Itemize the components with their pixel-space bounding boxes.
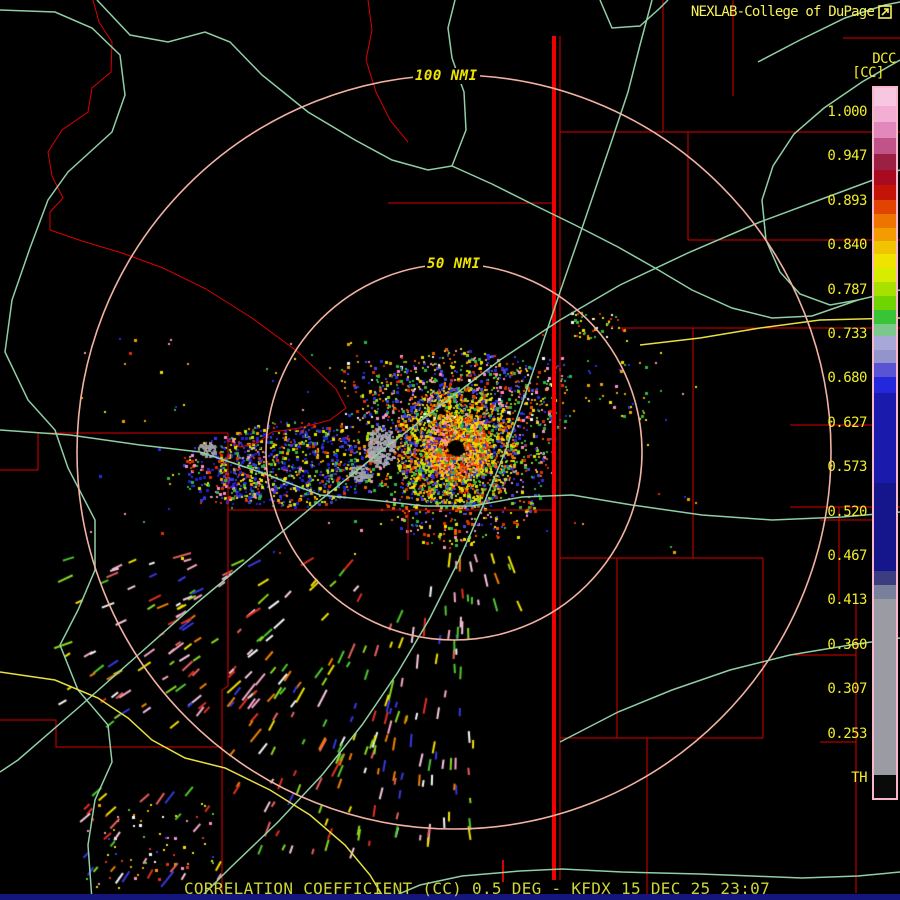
color-scale-segment [874,154,896,170]
scale-label: 0.467 [827,548,867,564]
scale-label: 0.253 [827,725,867,742]
color-scale-segment [874,282,896,296]
scale-label: 0.307 [827,681,867,698]
scale-label: 0.573 [827,459,867,476]
scale-label: 0.947 [827,148,867,165]
page-title: NEXLAB-College of DuPage [690,4,875,20]
color-scale-segment [874,200,896,214]
scale-label: 0.893 [827,192,867,209]
color-scale-segment [874,170,896,185]
color-scale-segment [874,483,896,571]
scale-label: 0.360 [827,636,867,653]
color-scale-segment [874,106,896,122]
color-scale-segment [874,296,896,310]
color-scale-segment [874,393,896,483]
scale-label: TH [851,770,867,786]
color-scale-segment [874,324,896,336]
range-ring-label-100nmi: 100 NMI [413,68,480,84]
color-scale-segment [874,122,896,138]
color-scale-segment [874,585,896,599]
color-scale-segment [874,254,896,268]
road-line [0,429,900,521]
color-scale-segment [874,775,896,798]
county-boundary-line [47,0,347,448]
color-scale-segment [874,336,896,350]
outer-range-ring [76,74,832,830]
status-bar-text: CORRELATION COEFFICIENT (CC) 0.5 DEG - K… [184,879,771,898]
color-scale-segment [874,268,896,282]
road-line [96,0,467,171]
road-line [599,0,669,29]
county-boundary-line [0,433,39,471]
color-scale-segment [874,88,896,106]
color-scale-segment [874,377,896,393]
scale-label: 0.627 [827,414,867,431]
inner-range-ring [265,263,643,641]
color-scale-segment [874,138,896,154]
color-scale-segment [874,241,896,254]
map-lines-layer [0,0,900,900]
range-ring-label-50nmi: 50 NMI [425,256,483,272]
scale-label: 0.413 [827,592,867,609]
color-scale-segment [874,363,896,377]
scale-label: 0.520 [827,503,867,520]
cc-color-scale [872,86,898,800]
product-unit-label: [CC] [852,65,884,81]
county-boundary-line [0,719,222,748]
color-scale-segment [874,185,896,200]
county-boundary-line [365,0,409,143]
color-scale-segment [874,228,896,241]
color-scale-segment [874,214,896,228]
scale-label: 0.840 [827,237,867,254]
radar-display: 100 NMI 50 NMI NEXLAB-College of DuPage … [0,0,900,900]
road-line [0,671,386,900]
scale-label: 0.787 [827,281,867,298]
color-scale-segment [874,350,896,363]
color-scale-segment [874,310,896,324]
scale-label: 1.000 [827,104,867,120]
road-line [0,9,126,900]
color-scale-segment [874,599,896,775]
scale-label: 0.680 [827,370,867,387]
scale-label: 0.733 [827,326,867,342]
county-boundary-line [221,433,229,900]
color-scale-segment [874,571,896,585]
nexlab-logo-icon [878,5,892,19]
